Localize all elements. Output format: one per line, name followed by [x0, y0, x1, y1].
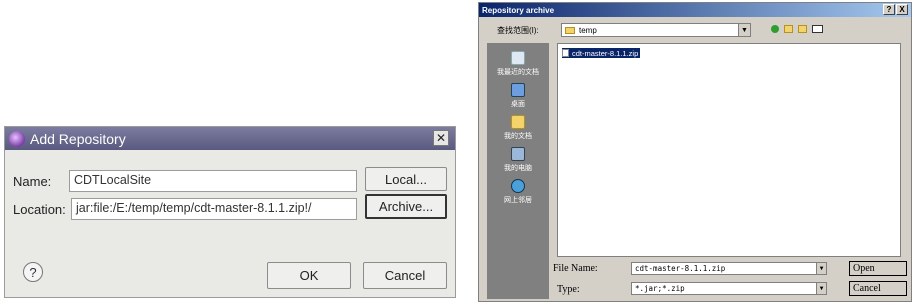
view-menu-icon[interactable] — [812, 25, 823, 33]
type-label: Type: — [557, 284, 580, 295]
file-type-select[interactable]: *.jar;*.zip ▼ — [631, 282, 827, 295]
place-network[interactable]: 网上邻居 — [487, 179, 549, 205]
place-my-computer-label: 我的电脑 — [504, 165, 532, 172]
eclipse-app-icon — [9, 130, 25, 147]
place-desktop-label: 桌面 — [511, 101, 525, 108]
name-field[interactable]: CDTLocalSite — [69, 170, 357, 192]
location-field[interactable]: jar:file:/E:/temp/temp/cdt-master-8.1.1.… — [71, 198, 357, 220]
folder-icon — [565, 26, 575, 34]
archive-titlebar[interactable]: Repository archive ? X — [479, 3, 911, 17]
cancel-button[interactable]: Cancel — [849, 281, 907, 296]
location-row: Location: jar:file:/E:/temp/temp/cdt-mas… — [13, 198, 357, 220]
network-icon — [511, 179, 525, 193]
repository-archive-dialog: Repository archive ? X 查找范围(I): temp ▼ 我… — [478, 2, 912, 302]
chevron-down-icon[interactable]: ▼ — [816, 283, 826, 294]
local-button[interactable]: Local... — [365, 167, 447, 191]
file-name-label: File Name: — [553, 263, 598, 274]
places-bar: 我最近的文档 桌面 我的文档 我的电脑 网上邻居 — [487, 43, 549, 299]
place-my-computer[interactable]: 我的电脑 — [487, 147, 549, 173]
my-computer-icon — [511, 147, 525, 161]
file-name-field[interactable]: cdt-master-8.1.1.zip ▼ — [631, 262, 827, 275]
place-desktop[interactable]: 桌面 — [487, 83, 549, 109]
name-row: Name: CDTLocalSite — [13, 170, 357, 192]
file-item[interactable]: cdt-master-8.1.1.zip — [562, 48, 641, 58]
cancel-button[interactable]: Cancel — [363, 262, 447, 289]
up-folder-icon[interactable] — [784, 25, 793, 33]
place-network-label: 网上邻居 — [504, 197, 532, 204]
recent-documents-icon — [511, 51, 525, 65]
chevron-down-icon[interactable]: ▼ — [738, 24, 750, 36]
close-icon[interactable]: ✕ — [433, 130, 449, 146]
look-in-value: temp — [579, 25, 597, 35]
my-documents-icon — [511, 115, 525, 129]
help-titlebar-button[interactable]: ? — [883, 4, 895, 15]
back-icon[interactable] — [771, 25, 779, 33]
archive-button[interactable]: Archive... — [365, 194, 447, 219]
place-my-documents[interactable]: 我的文档 — [487, 115, 549, 141]
file-list[interactable]: cdt-master-8.1.1.zip — [557, 43, 901, 257]
help-icon[interactable]: ? — [23, 262, 43, 282]
open-button[interactable]: Open — [849, 261, 907, 276]
location-label: Location: — [13, 201, 66, 217]
zip-file-icon — [562, 49, 569, 57]
new-folder-icon[interactable] — [798, 25, 807, 33]
name-label: Name: — [13, 173, 52, 189]
add-repository-titlebar[interactable]: Add Repository ✕ — [5, 127, 455, 150]
file-item-label: cdt-master-8.1.1.zip — [572, 48, 639, 58]
file-name-value: cdt-master-8.1.1.zip — [635, 264, 726, 273]
place-recent[interactable]: 我最近的文档 — [487, 51, 549, 77]
file-type-value: *.jar;*.zip — [635, 284, 685, 293]
archive-title: Repository archive — [482, 5, 555, 15]
close-titlebar-button[interactable]: X — [896, 4, 908, 15]
nav-toolbar — [771, 25, 823, 33]
dialog-title: Add Repository — [30, 130, 126, 147]
chevron-down-icon[interactable]: ▼ — [816, 263, 826, 274]
place-my-documents-label: 我的文档 — [504, 133, 532, 140]
desktop-icon — [511, 83, 525, 97]
look-in-label: 查找范围(I): — [497, 26, 539, 35]
look-in-combo[interactable]: temp ▼ — [561, 23, 751, 37]
ok-button[interactable]: OK — [267, 262, 351, 289]
add-repository-dialog: Add Repository ✕ Name: CDTLocalSite Loca… — [4, 126, 456, 298]
place-recent-label: 我最近的文档 — [497, 69, 539, 76]
